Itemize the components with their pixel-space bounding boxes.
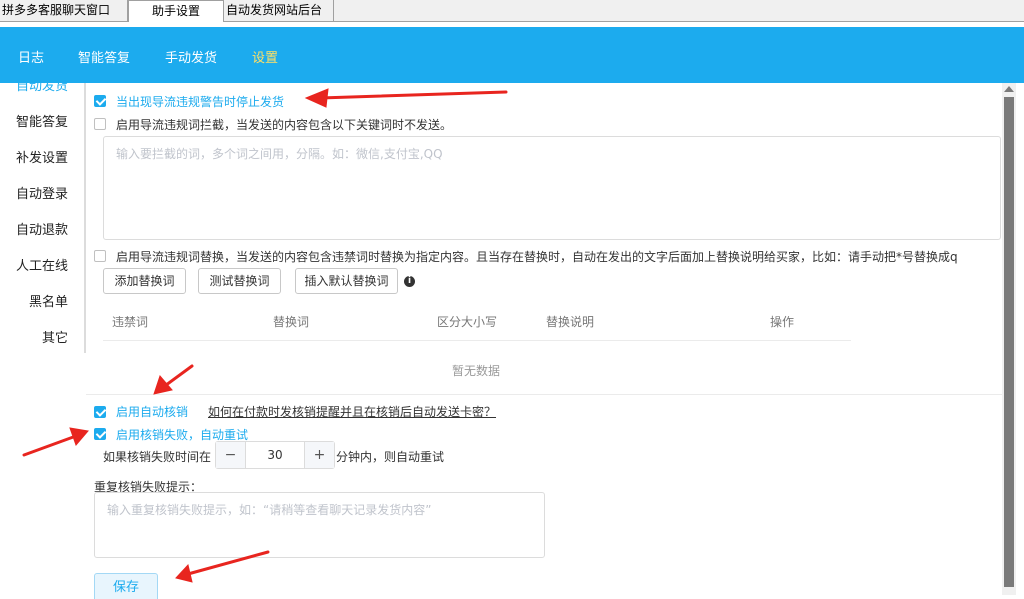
- arrowhead-icon: [153, 375, 173, 395]
- arrowhead-icon: [304, 88, 329, 108]
- arrow-save: [186, 550, 270, 576]
- arrowhead-icon: [69, 427, 89, 446]
- arrowhead-icon: [175, 563, 193, 583]
- arrow-retry: [22, 434, 78, 457]
- arrow-stop-warning: [318, 90, 508, 100]
- annotation-arrows: [22, 88, 508, 583]
